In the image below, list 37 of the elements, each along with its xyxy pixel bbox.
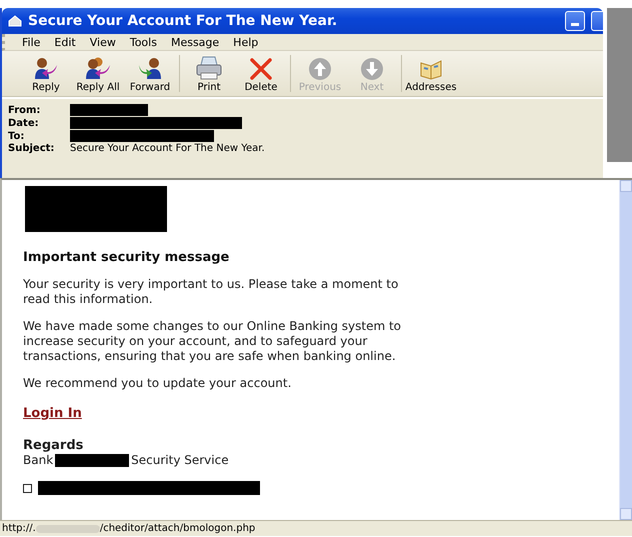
- message-paragraph: We have made some changes to our Online Banking system to increase security on your account, and to safeguard your transactions, ensuring that you are safe when banking online.: [23, 319, 402, 364]
- closing-text: Regards: [23, 438, 84, 453]
- field-label: Subject:: [8, 143, 56, 154]
- status-url: /cheditor/attach/bmologon.php: [100, 523, 256, 534]
- subject-text: Secure Your Account For The New Year.: [70, 143, 266, 154]
- message-heading: Important security message: [23, 250, 230, 265]
- menu-item[interactable]: Edit: [47, 36, 83, 48]
- minimize-button[interactable]: [565, 11, 585, 31]
- scrollbar[interactable]: [619, 180, 632, 520]
- delete-button[interactable]: Delete: [235, 51, 287, 96]
- menu-item[interactable]: Message: [164, 36, 226, 48]
- maximize-button[interactable]: [591, 11, 603, 31]
- person-arrow-icon: [33, 57, 59, 81]
- reply-all-button[interactable]: Reply All: [72, 51, 124, 96]
- field-label: From:: [8, 104, 42, 116]
- close-icon: [249, 57, 273, 81]
- people-arrow-icon: [84, 57, 112, 81]
- status-url: http://.: [2, 523, 36, 534]
- message-paragraph: We recommend you to update your account.: [23, 376, 292, 391]
- message-paragraph: Your security is very important to us. Please take a moment to read this information.: [23, 277, 400, 307]
- forward-button[interactable]: Forward: [124, 51, 176, 96]
- checkbox-icon: [23, 484, 32, 492]
- menu-item[interactable]: View: [82, 36, 123, 48]
- signature-text: Security Service: [131, 453, 229, 467]
- login-link[interactable]: Login In: [23, 406, 82, 421]
- print-button[interactable]: Print: [183, 51, 235, 96]
- menu-item[interactable]: Help: [226, 36, 266, 48]
- field-label: To:: [8, 130, 26, 142]
- menu-item[interactable]: Tools: [122, 36, 164, 48]
- printer-icon: [195, 55, 223, 81]
- addresses-button[interactable]: Addresses: [405, 51, 457, 96]
- signature-text: Bank: [23, 453, 54, 467]
- field-label: Date:: [8, 118, 40, 128]
- window-title: Secure Your Account For The New Year.: [28, 13, 338, 29]
- menu-item[interactable]: File: [15, 36, 48, 48]
- person-arrow-icon: [137, 57, 163, 81]
- reply-button[interactable]: Reply: [20, 51, 72, 96]
